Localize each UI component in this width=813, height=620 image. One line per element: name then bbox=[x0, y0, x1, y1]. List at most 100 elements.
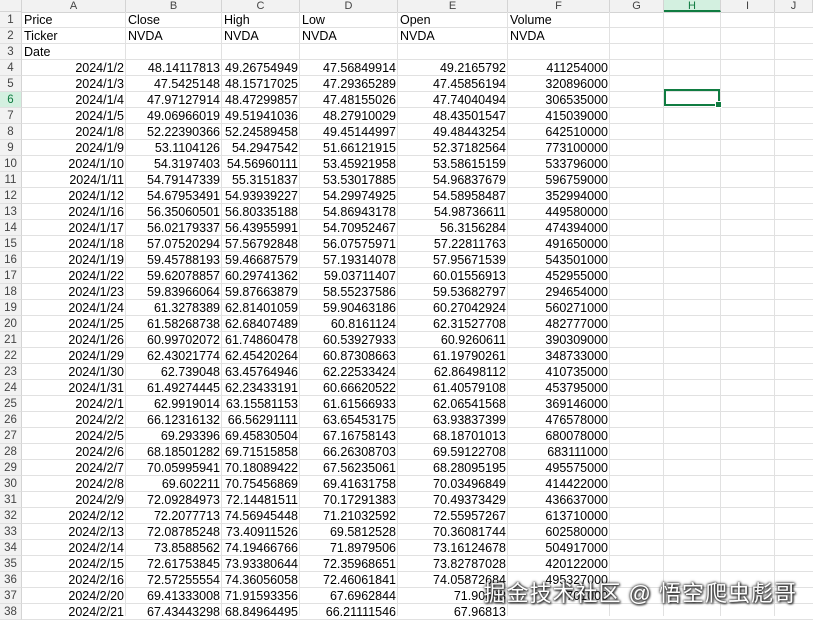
cell-e19[interactable]: 60.27042924 bbox=[398, 300, 508, 316]
cell-e18[interactable]: 59.53682797 bbox=[398, 284, 508, 300]
cell-c30[interactable]: 70.75456869 bbox=[222, 476, 300, 492]
cell-a6[interactable]: 2024/1/4 bbox=[22, 92, 126, 108]
column-header-d[interactable]: D bbox=[300, 0, 398, 12]
cell-f7[interactable]: 415039000 bbox=[508, 108, 610, 124]
cell-c19[interactable]: 62.81401059 bbox=[222, 300, 300, 316]
cell-e13[interactable]: 54.98736611 bbox=[398, 204, 508, 220]
cell-d1[interactable]: Low bbox=[300, 12, 398, 28]
cell-a12[interactable]: 2024/1/12 bbox=[22, 188, 126, 204]
cell-b26[interactable]: 66.12316132 bbox=[126, 412, 222, 428]
row-header-11[interactable]: 11 bbox=[0, 172, 22, 188]
cell-a3[interactable]: Date bbox=[22, 44, 126, 60]
cell-e35[interactable]: 73.82787028 bbox=[398, 556, 508, 572]
cell-b2[interactable]: NVDA bbox=[126, 28, 222, 44]
row-header-21[interactable]: 21 bbox=[0, 332, 22, 348]
cell-a31[interactable]: 2024/2/9 bbox=[22, 492, 126, 508]
cell-f9[interactable]: 773100000 bbox=[508, 140, 610, 156]
row-header-5[interactable]: 5 bbox=[0, 76, 22, 92]
row-header-2[interactable]: 2 bbox=[0, 28, 22, 44]
cell-e27[interactable]: 68.18701013 bbox=[398, 428, 508, 444]
cell-c1[interactable]: High bbox=[222, 12, 300, 28]
cell-a33[interactable]: 2024/2/13 bbox=[22, 524, 126, 540]
cell-e5[interactable]: 47.45856194 bbox=[398, 76, 508, 92]
cell-f34[interactable]: 504917000 bbox=[508, 540, 610, 556]
row-header-22[interactable]: 22 bbox=[0, 348, 22, 364]
column-header-e[interactable]: E bbox=[398, 0, 508, 12]
cell-b14[interactable]: 56.02179337 bbox=[126, 220, 222, 236]
row-header-15[interactable]: 15 bbox=[0, 236, 22, 252]
cell-b1[interactable]: Close bbox=[126, 12, 222, 28]
cell-f21[interactable]: 390309000 bbox=[508, 332, 610, 348]
row-header-13[interactable]: 13 bbox=[0, 204, 22, 220]
cell-e10[interactable]: 53.58615159 bbox=[398, 156, 508, 172]
cell-e26[interactable]: 63.93837399 bbox=[398, 412, 508, 428]
row-header-37[interactable]: 37 bbox=[0, 588, 22, 604]
cell-b13[interactable]: 56.35060501 bbox=[126, 204, 222, 220]
cell-d2[interactable]: NVDA bbox=[300, 28, 398, 44]
cell-e11[interactable]: 54.96837679 bbox=[398, 172, 508, 188]
cell-e28[interactable]: 69.59122708 bbox=[398, 444, 508, 460]
column-header-h[interactable]: H bbox=[664, 0, 721, 12]
cell-d19[interactable]: 59.90463186 bbox=[300, 300, 398, 316]
cell-f35[interactable]: 420122000 bbox=[508, 556, 610, 572]
cell-d7[interactable]: 48.27910029 bbox=[300, 108, 398, 124]
row-header-23[interactable]: 23 bbox=[0, 364, 22, 380]
column-header-b[interactable]: B bbox=[126, 0, 222, 12]
row-header-38[interactable]: 38 bbox=[0, 604, 22, 620]
cell-a18[interactable]: 2024/1/23 bbox=[22, 284, 126, 300]
column-header-a[interactable]: A bbox=[22, 0, 126, 12]
cell-d9[interactable]: 51.66121915 bbox=[300, 140, 398, 156]
cell-a32[interactable]: 2024/2/12 bbox=[22, 508, 126, 524]
cell-f23[interactable]: 410735000 bbox=[508, 364, 610, 380]
cell-d17[interactable]: 59.03711407 bbox=[300, 268, 398, 284]
cell-a15[interactable]: 2024/1/18 bbox=[22, 236, 126, 252]
cell-a27[interactable]: 2024/2/5 bbox=[22, 428, 126, 444]
cell-e23[interactable]: 62.86498112 bbox=[398, 364, 508, 380]
column-header-i[interactable]: I bbox=[721, 0, 775, 12]
cell-a20[interactable]: 2024/1/25 bbox=[22, 316, 126, 332]
column-header-j[interactable]: J bbox=[775, 0, 813, 12]
row-header-36[interactable]: 36 bbox=[0, 572, 22, 588]
cell-d11[interactable]: 53.53017885 bbox=[300, 172, 398, 188]
cell-f20[interactable]: 482777000 bbox=[508, 316, 610, 332]
row-header-27[interactable]: 27 bbox=[0, 428, 22, 444]
cell-f28[interactable]: 683111000 bbox=[508, 444, 610, 460]
cell-d28[interactable]: 66.26308703 bbox=[300, 444, 398, 460]
cell-d5[interactable]: 47.29365289 bbox=[300, 76, 398, 92]
cell-e30[interactable]: 70.03496849 bbox=[398, 476, 508, 492]
cell-c18[interactable]: 59.87663879 bbox=[222, 284, 300, 300]
cell-c36[interactable]: 74.36056058 bbox=[222, 572, 300, 588]
cell-d13[interactable]: 54.86943178 bbox=[300, 204, 398, 220]
row-header-24[interactable]: 24 bbox=[0, 380, 22, 396]
cell-a5[interactable]: 2024/1/3 bbox=[22, 76, 126, 92]
row-header-4[interactable]: 4 bbox=[0, 60, 22, 76]
cell-b17[interactable]: 59.62078857 bbox=[126, 268, 222, 284]
row-header-25[interactable]: 25 bbox=[0, 396, 22, 412]
cell-c10[interactable]: 54.56960111 bbox=[222, 156, 300, 172]
cell-d30[interactable]: 69.41631758 bbox=[300, 476, 398, 492]
cell-f16[interactable]: 543501000 bbox=[508, 252, 610, 268]
cell-d24[interactable]: 60.66620522 bbox=[300, 380, 398, 396]
cell-c38[interactable]: 68.84964495 bbox=[222, 604, 300, 620]
cell-f18[interactable]: 294654000 bbox=[508, 284, 610, 300]
cell-e6[interactable]: 47.74040494 bbox=[398, 92, 508, 108]
cell-c13[interactable]: 56.80335188 bbox=[222, 204, 300, 220]
cell-d34[interactable]: 71.8979506 bbox=[300, 540, 398, 556]
cell-e14[interactable]: 56.3156284 bbox=[398, 220, 508, 236]
row-header-31[interactable]: 31 bbox=[0, 492, 22, 508]
cell-b29[interactable]: 70.05995941 bbox=[126, 460, 222, 476]
cell-d10[interactable]: 53.45921958 bbox=[300, 156, 398, 172]
cell-c34[interactable]: 74.19466766 bbox=[222, 540, 300, 556]
cell-d16[interactable]: 57.19314078 bbox=[300, 252, 398, 268]
cell-e9[interactable]: 52.37182564 bbox=[398, 140, 508, 156]
row-header-32[interactable]: 32 bbox=[0, 508, 22, 524]
cell-b12[interactable]: 54.67953491 bbox=[126, 188, 222, 204]
cell-d37[interactable]: 67.6962844 bbox=[300, 588, 398, 604]
row-header-8[interactable]: 8 bbox=[0, 124, 22, 140]
cell-c7[interactable]: 49.51941036 bbox=[222, 108, 300, 124]
cell-b32[interactable]: 72.2077713 bbox=[126, 508, 222, 524]
cell-e33[interactable]: 70.36081744 bbox=[398, 524, 508, 540]
cell-e17[interactable]: 60.01556913 bbox=[398, 268, 508, 284]
row-header-6[interactable]: 6 bbox=[0, 92, 22, 108]
cell-e24[interactable]: 61.40579108 bbox=[398, 380, 508, 396]
